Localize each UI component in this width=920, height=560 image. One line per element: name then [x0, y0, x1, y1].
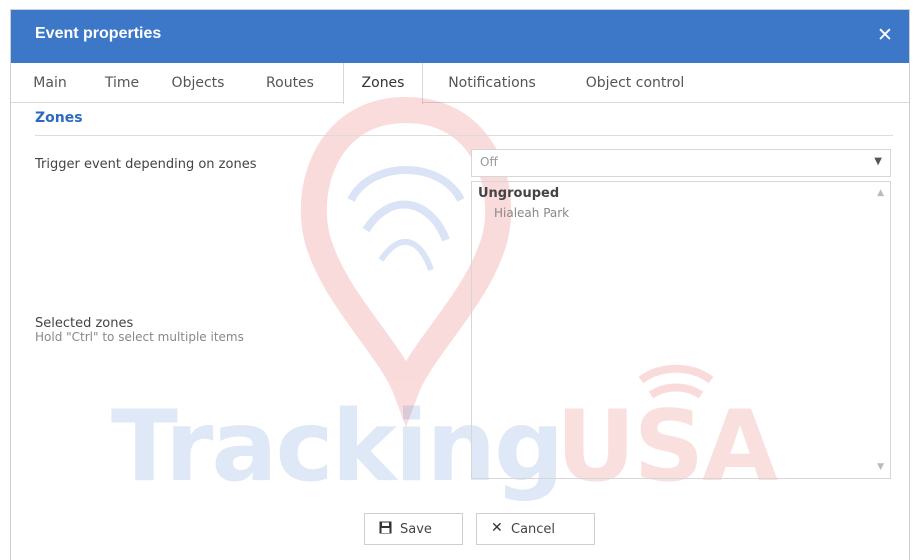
save-button[interactable]: Save: [364, 513, 463, 545]
cancel-button-label: Cancel: [511, 522, 556, 537]
save-button-label: Save: [400, 522, 432, 537]
section-divider: [35, 135, 893, 136]
scroll-down-icon[interactable]: ▼: [877, 462, 884, 472]
tab-notifications[interactable]: Notifications: [431, 63, 553, 103]
tab-main[interactable]: Main: [25, 63, 75, 103]
event-properties-dialog: Event properties ✕ Main Time Objects Rou…: [10, 9, 910, 560]
zone-option[interactable]: Hialeah Park: [494, 206, 569, 220]
dialog-titlebar: Event properties ✕: [11, 10, 909, 63]
tab-object-control[interactable]: Object control: [569, 63, 701, 103]
tab-routes[interactable]: Routes: [258, 63, 322, 103]
trigger-select-value: Off: [480, 155, 498, 169]
tab-zones[interactable]: Zones: [343, 63, 423, 104]
tab-time[interactable]: Time: [97, 63, 147, 103]
scroll-up-icon[interactable]: ▲: [877, 188, 884, 198]
chevron-down-icon: ▼: [874, 156, 882, 167]
cancel-button[interactable]: ✕ Cancel: [476, 513, 595, 545]
save-icon-glyph: [379, 521, 392, 534]
zones-listbox[interactable]: Ungrouped Hialeah Park ▲ ▼: [471, 181, 891, 479]
tab-objects[interactable]: Objects: [165, 63, 231, 103]
trigger-select[interactable]: Off ▼: [471, 149, 891, 177]
close-icon: ✕: [491, 520, 503, 536]
selected-zones-label: Selected zones: [35, 316, 134, 331]
close-icon[interactable]: ✕: [873, 23, 897, 47]
section-title-zones: Zones: [35, 110, 83, 126]
dialog-title: Event properties: [35, 25, 162, 42]
zone-group-label: Ungrouped: [478, 186, 560, 201]
tab-bar: Main Time Objects Routes Zones Notificat…: [11, 63, 909, 104]
trigger-label: Trigger event depending on zones: [35, 157, 257, 172]
selected-zones-hint: Hold "Ctrl" to select multiple items: [35, 330, 244, 344]
save-icon: [379, 521, 392, 538]
